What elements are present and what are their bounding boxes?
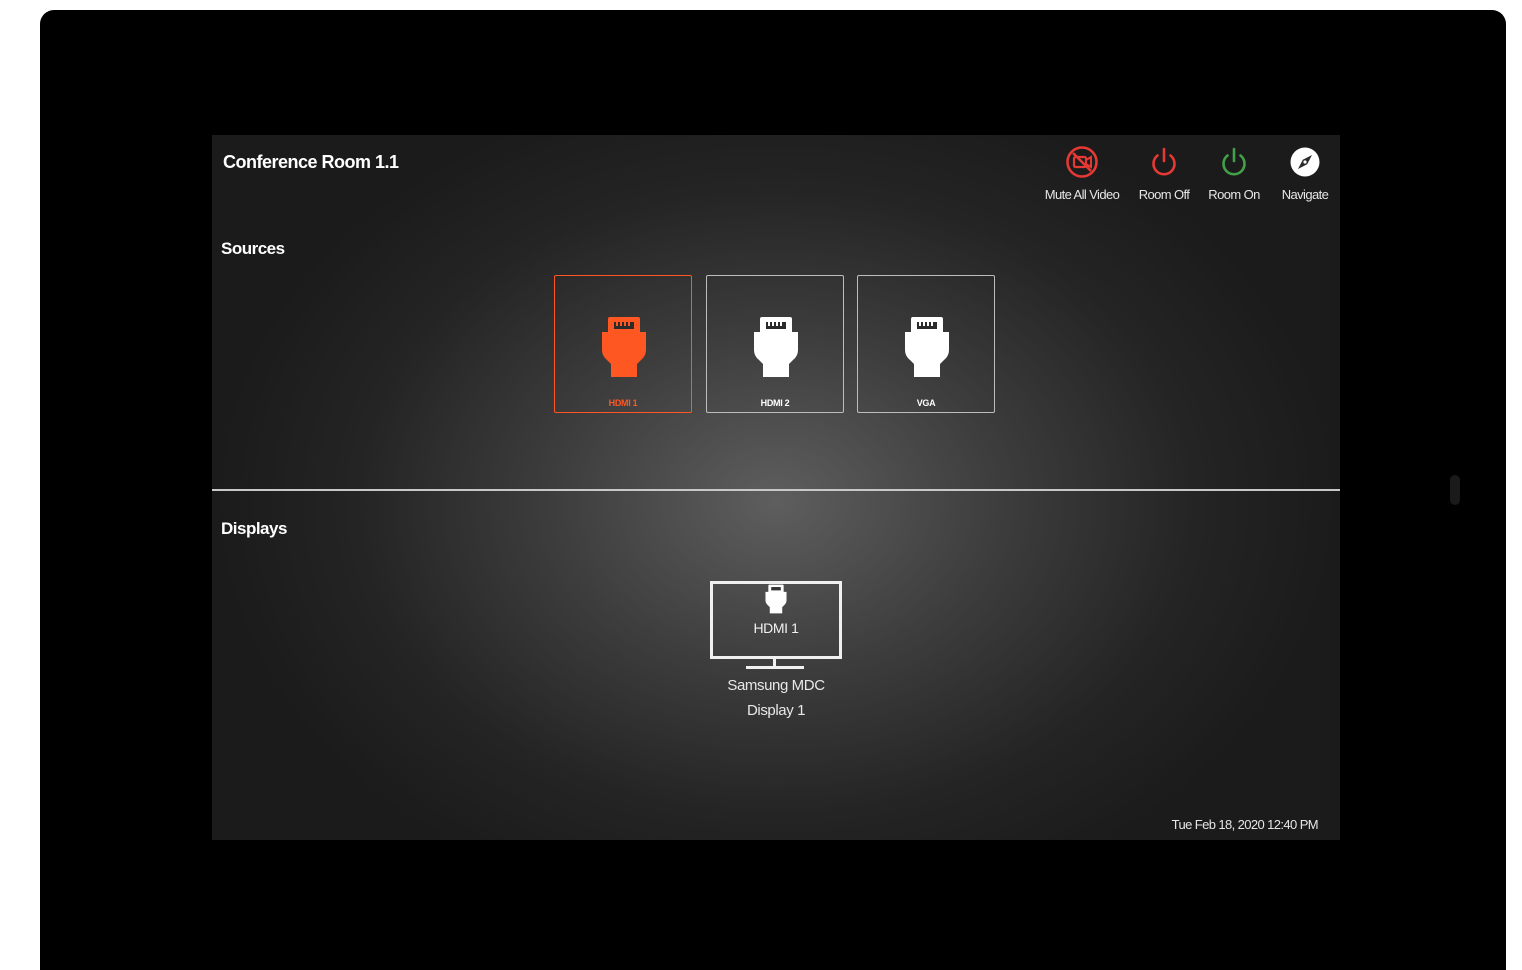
sources-heading: Sources <box>221 239 285 258</box>
display-current-input: HDMI 1 <box>753 620 799 636</box>
source-label: HDMI 1 <box>608 398 638 408</box>
room-on-label: Room On <box>1208 187 1260 202</box>
section-divider <box>212 489 1340 491</box>
compass-icon <box>1290 147 1320 177</box>
displays-heading: Displays <box>221 519 287 538</box>
source-tile-vga[interactable]: VGA <box>857 275 995 413</box>
video-off-icon <box>1066 146 1098 178</box>
touch-panel-screen: Conference Room 1.1 Mute All Video Room … <box>212 135 1340 840</box>
monitor-stand-base <box>746 666 804 669</box>
source-label: VGA <box>916 398 936 408</box>
hdmi-plug-icon <box>602 317 646 377</box>
source-tile-hdmi-1[interactable]: HDMI 1 <box>554 275 692 413</box>
room-on-button[interactable]: Room On <box>1202 145 1266 215</box>
power-off-icon <box>1152 147 1176 176</box>
hdmi-plug-icon <box>765 584 787 614</box>
hdmi-plug-icon <box>905 317 949 377</box>
display-name-line-2: Display 1 <box>746 702 806 719</box>
hdmi-plug-icon <box>754 317 798 377</box>
status-datetime: Tue Feb 18, 2020 12:40 PM <box>1171 817 1319 832</box>
source-label: HDMI 2 <box>760 398 790 408</box>
navigate-label: Navigate <box>1281 187 1329 202</box>
source-tile-hdmi-2[interactable]: HDMI 2 <box>706 275 844 413</box>
room-off-label: Room Off <box>1138 187 1190 202</box>
display-samsung-mdc-1[interactable]: HDMI 1 Samsung MDC Display 1 <box>708 581 844 731</box>
power-on-icon <box>1222 147 1246 176</box>
mute-all-video-label: Mute All Video <box>1044 187 1120 202</box>
room-off-button[interactable]: Room Off <box>1132 145 1196 215</box>
navigate-button[interactable]: Navigate <box>1274 145 1336 215</box>
display-name: Samsung MDC Display 1 <box>678 673 874 723</box>
room-title: Conference Room 1.1 <box>223 152 399 172</box>
display-name-line-1: Samsung MDC <box>727 677 825 694</box>
bezel-sensor <box>1450 475 1460 505</box>
monitor-icon: HDMI 1 <box>710 581 842 659</box>
mute-all-video-button[interactable]: Mute All Video <box>1038 145 1126 215</box>
